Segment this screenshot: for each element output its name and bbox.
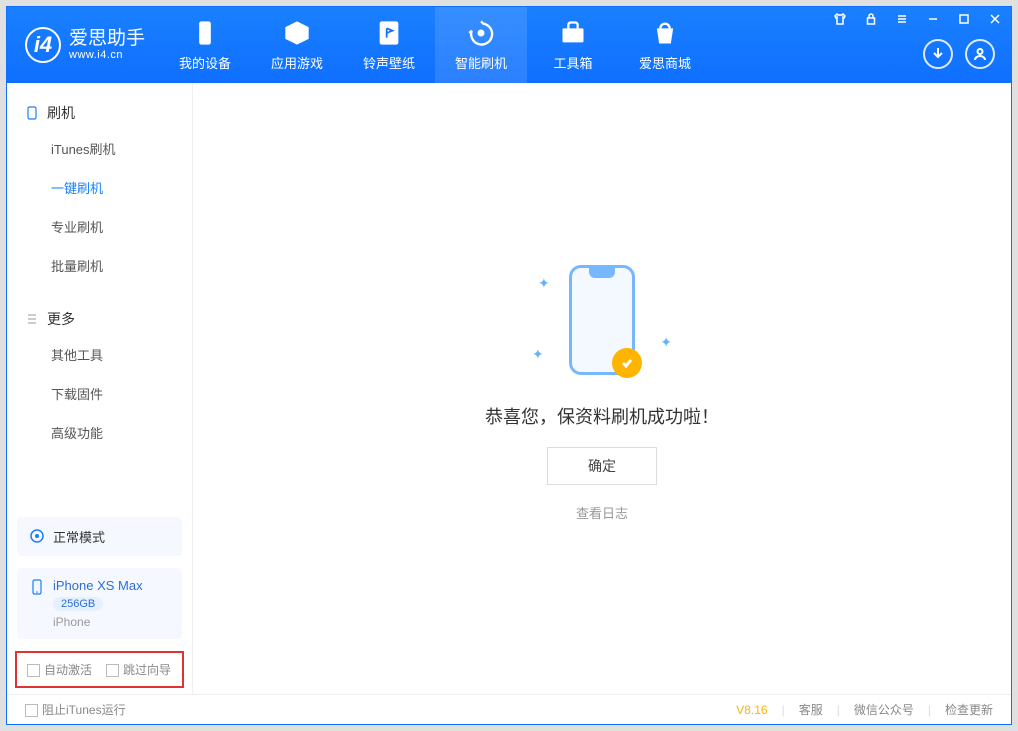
window-controls [826,9,1009,29]
wechat-link[interactable]: 微信公众号 [854,701,914,718]
sparkle-icon: ✦ [532,346,544,363]
tab-store[interactable]: 爱思商城 [619,7,711,83]
main-content: ✦ ✦ ✦ 恭喜您，保资料刷机成功啦！ 确定 查看日志 [193,83,1011,694]
body: 刷机 iTunes刷机 一键刷机 专业刷机 批量刷机 更多 其他工具 下载固件 … [7,83,1011,694]
tab-label: 智能刷机 [455,53,507,72]
sidebar-item-other-tools[interactable]: 其他工具 [7,335,192,374]
app-url: www.i4.cn [69,49,145,61]
list-icon [25,312,39,326]
sparkle-icon: ✦ [660,334,672,351]
checkbox-auto-activate[interactable]: 自动激活 [27,661,92,678]
section-more-header: 更多 [7,303,192,335]
sidebar-item-pro-flash[interactable]: 专业刷机 [7,207,192,246]
success-message: 恭喜您，保资料刷机成功啦！ [485,403,719,429]
sidebar-item-download-firmware[interactable]: 下载固件 [7,374,192,413]
sidebar-item-advanced[interactable]: 高级功能 [7,413,192,452]
sidebar-item-oneclick-flash[interactable]: 一键刷机 [7,168,192,207]
nav-tabs: 我的设备 应用游戏 铃声壁纸 智能刷机 工具箱 爱思商城 [159,7,711,83]
logo: i4 爱思助手 www.i4.cn [7,7,159,83]
close-button[interactable] [981,9,1009,29]
menu-icon[interactable] [888,9,916,29]
mode-card[interactable]: 正常模式 [17,517,182,556]
tab-label: 爱思商城 [639,53,691,72]
checkbox-block-itunes[interactable]: 阻止iTunes运行 [25,701,126,718]
minimize-button[interactable] [919,9,947,29]
success-illustration: ✦ ✦ ✦ [532,255,672,385]
sidebar: 刷机 iTunes刷机 一键刷机 专业刷机 批量刷机 更多 其他工具 下载固件 … [7,83,193,694]
view-log-link[interactable]: 查看日志 [576,503,628,522]
check-badge-icon [612,348,642,378]
mode-label: 正常模式 [53,527,105,546]
tab-label: 铃声壁纸 [363,53,415,72]
tab-ringtone-wallpaper[interactable]: 铃声壁纸 [343,7,435,83]
support-link[interactable]: 客服 [799,701,823,718]
sparkle-icon: ✦ [538,275,550,292]
logo-icon: i4 [25,27,61,63]
sidebar-item-batch-flash[interactable]: 批量刷机 [7,246,192,285]
device-name: iPhone XS Max [53,578,143,593]
device-card[interactable]: iPhone XS Max 256GB iPhone [17,568,182,639]
check-update-link[interactable]: 检查更新 [945,701,993,718]
section-flash-header: 刷机 [7,97,192,129]
phone-illustration [569,265,635,375]
tab-smart-flash[interactable]: 智能刷机 [435,7,527,83]
device-type: iPhone [53,615,143,629]
tab-toolbox[interactable]: 工具箱 [527,7,619,83]
app-name: 爱思助手 [69,29,145,50]
tab-label: 工具箱 [554,53,593,72]
app-window: i4 爱思助手 www.i4.cn 我的设备 应用游戏 铃声壁纸 智能刷机 [6,6,1012,725]
sidebar-item-itunes-flash[interactable]: iTunes刷机 [7,129,192,168]
device-icon [29,579,45,595]
user-button[interactable] [965,39,995,69]
lock-icon[interactable] [857,9,885,29]
tab-label: 我的设备 [179,53,231,72]
version-label: V8.16 [736,703,767,717]
confirm-button[interactable]: 确定 [547,447,657,485]
tshirt-icon[interactable] [826,9,854,29]
mode-icon [29,528,45,544]
tab-app-games[interactable]: 应用游戏 [251,7,343,83]
device-capacity: 256GB [53,597,103,611]
download-button[interactable] [923,39,953,69]
tab-my-device[interactable]: 我的设备 [159,7,251,83]
checkbox-skip-guide[interactable]: 跳过向导 [106,661,171,678]
phone-icon [25,106,39,120]
footer: 阻止iTunes运行 V8.16 | 客服 | 微信公众号 | 检查更新 [7,694,1011,724]
options-row: 自动激活 跳过向导 [15,651,184,688]
maximize-button[interactable] [950,9,978,29]
tab-label: 应用游戏 [271,53,323,72]
